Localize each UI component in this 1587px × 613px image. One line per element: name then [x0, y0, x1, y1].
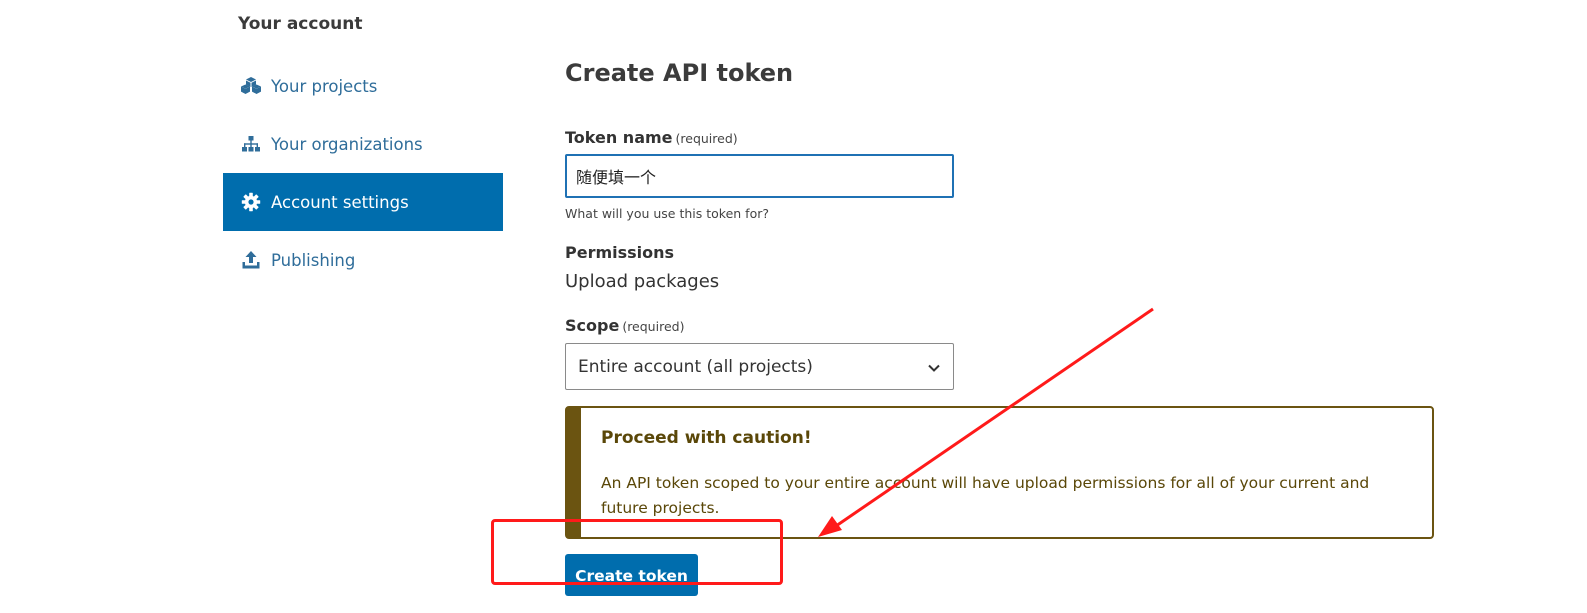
scope-select[interactable]: Entire account (all projects) — [565, 343, 954, 390]
sidebar-item-label: Publishing — [271, 250, 356, 270]
gear-icon — [240, 191, 262, 213]
sitemap-icon — [240, 133, 262, 155]
page-title: Create API token — [565, 59, 794, 87]
sidebar-item-account-settings[interactable]: Account settings — [223, 173, 503, 231]
token-name-label: Token name (required) — [565, 128, 738, 147]
token-name-required-text: (required) — [675, 131, 738, 146]
scope-required-text: (required) — [622, 319, 685, 334]
token-name-input[interactable] — [565, 154, 954, 198]
sidebar-item-your-organizations[interactable]: Your organizations — [223, 115, 503, 173]
scope-selected-value: Entire account (all projects) — [578, 356, 813, 377]
sidebar-item-label: Account settings — [271, 192, 409, 212]
token-name-help-text: What will you use this token for? — [565, 206, 770, 221]
scope-label-text: Scope — [565, 316, 620, 335]
token-name-label-text: Token name — [565, 128, 673, 147]
sidebar-item-label: Your projects — [271, 76, 378, 96]
upload-icon — [240, 249, 262, 271]
annotation-highlight-box — [491, 519, 783, 585]
sidebar-item-your-projects[interactable]: Your projects — [223, 57, 503, 115]
cubes-icon — [240, 75, 262, 97]
sidebar-item-label: Your organizations — [271, 134, 423, 154]
account-page: Your account Your projects Your organiza… — [0, 0, 1587, 613]
permissions-label: Permissions — [565, 243, 675, 262]
permissions-value: Upload packages — [565, 271, 720, 292]
caution-body: An API token scoped to your entire accou… — [601, 474, 1370, 517]
sidebar-item-publishing[interactable]: Publishing — [223, 231, 503, 289]
scope-label: Scope (required) — [565, 316, 684, 335]
chevron-down-icon — [927, 360, 941, 374]
sidebar-heading: Your account — [238, 14, 363, 34]
caution-title: Proceed with caution! — [601, 428, 812, 448]
